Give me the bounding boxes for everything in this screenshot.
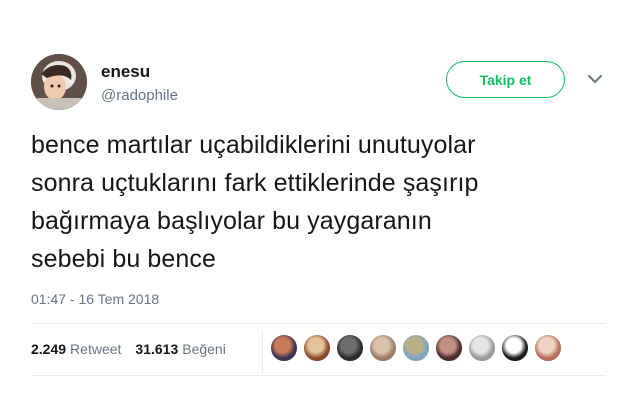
tweet-stats: 2.249 Retweet 31.613 Beğeni (31, 341, 240, 357)
avatar-image (31, 54, 87, 110)
liker-avatar[interactable] (402, 334, 430, 362)
divider (31, 375, 606, 376)
like-stat[interactable]: 31.613 Beğeni (135, 341, 225, 357)
liker-avatar[interactable] (303, 334, 331, 362)
tweet-text: bence martılar uçabildiklerini unutuyola… (31, 126, 621, 278)
follow-button[interactable]: Takip et (446, 61, 565, 98)
liker-avatar[interactable] (336, 334, 364, 362)
liker-avatars (270, 334, 567, 362)
retweet-count: 2.249 (31, 341, 67, 357)
tweet-line: sebebi bu bence (31, 245, 216, 273)
like-count: 31.613 (135, 341, 179, 357)
tweet-timestamp[interactable]: 01:47 - 16 Tem 2018 (31, 291, 159, 307)
divider (262, 330, 263, 374)
liker-avatar[interactable] (534, 334, 562, 362)
user-handle[interactable]: @radophile (101, 87, 178, 104)
liker-avatar[interactable] (369, 334, 397, 362)
tweet-line: sonra uçtuklarını fark ettiklerinde şaşı… (31, 169, 479, 197)
liker-avatar[interactable] (270, 334, 298, 362)
retweet-label: Retweet (70, 341, 122, 357)
liker-avatar[interactable] (501, 334, 529, 362)
tweet-line: bence martılar uçabildiklerini unutuyola… (31, 131, 476, 159)
tweet-line: bağırmaya başlıyolar bu yaygaranın (31, 207, 432, 235)
chevron-down-icon[interactable] (586, 70, 604, 88)
like-label: Beğeni (182, 341, 226, 357)
liker-avatar[interactable] (468, 334, 496, 362)
retweet-stat[interactable]: 2.249 Retweet (31, 341, 121, 357)
display-name[interactable]: enesu (101, 62, 150, 82)
liker-avatar[interactable] (435, 334, 463, 362)
divider (31, 323, 606, 324)
user-avatar[interactable] (31, 54, 87, 110)
